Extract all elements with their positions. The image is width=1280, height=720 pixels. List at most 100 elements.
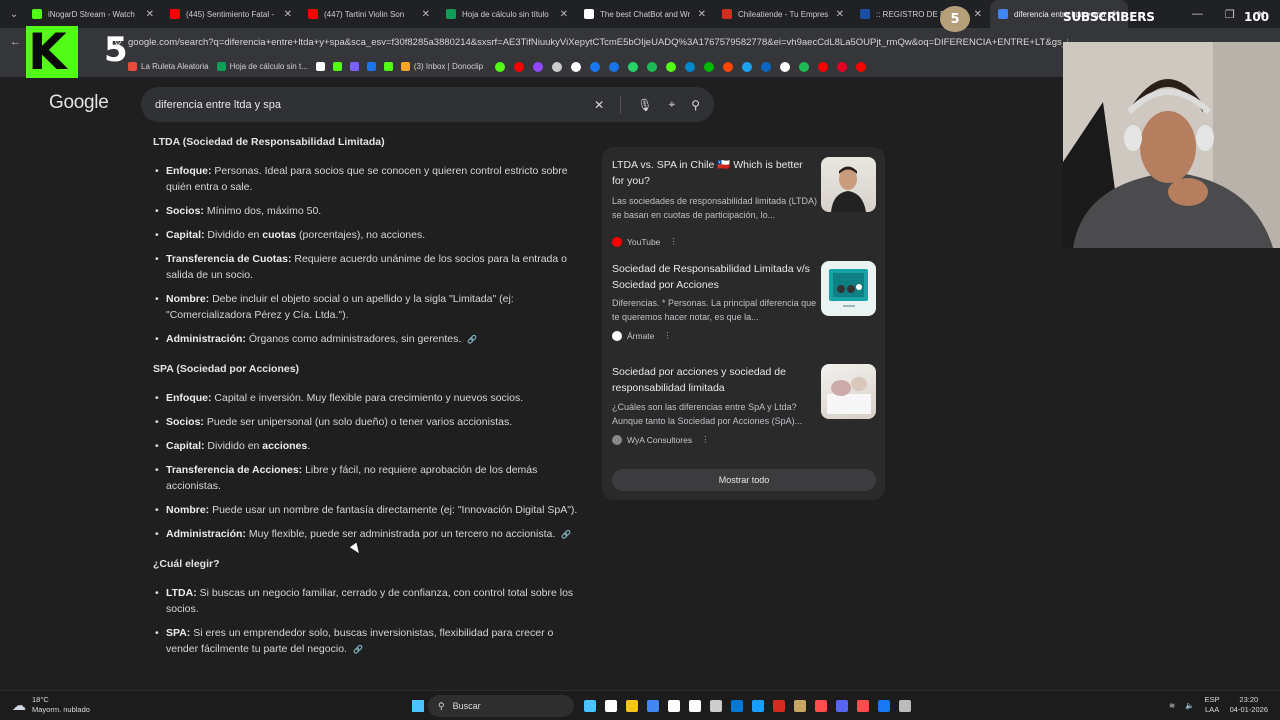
citation-link-icon[interactable]: 🔗 xyxy=(467,335,477,344)
bookmark[interactable] xyxy=(332,62,342,71)
taskbar-app-icon[interactable] xyxy=(626,700,638,712)
clear-search-icon[interactable]: ✕ xyxy=(594,98,604,112)
bookmark-icon[interactable] xyxy=(704,61,715,72)
video-thumbnail[interactable] xyxy=(821,157,876,212)
browser-tab[interactable]: Chileatiende - Tu Empres ✕ xyxy=(714,0,852,28)
minimize-icon[interactable]: — xyxy=(1192,8,1203,21)
source-title[interactable]: Sociedad por acciones y sociedad de resp… xyxy=(612,364,812,396)
taskbar-app-icon[interactable] xyxy=(878,700,890,712)
taskbar-app-icon[interactable] xyxy=(710,700,722,712)
bookmark-icon[interactable] xyxy=(742,61,753,72)
lens-icon[interactable]: ⌖ xyxy=(668,97,675,112)
taskbar-app-icon[interactable] xyxy=(836,700,848,712)
source-title[interactable]: LTDA vs. SPA in Chile 🇨🇱 Which is better… xyxy=(612,157,812,189)
taskbar-app-icon[interactable] xyxy=(668,700,680,712)
browser-tab[interactable]: :: REGISTRO DE EMPRESAS✕ xyxy=(852,0,990,28)
clock[interactable]: 23:20 04-01-2026 xyxy=(1230,695,1268,715)
item-label: LTDA: xyxy=(166,587,197,599)
badge-number: 5 xyxy=(940,6,970,32)
item-label: Capital: xyxy=(166,229,205,241)
bookmark-icon[interactable] xyxy=(685,61,696,72)
bookmark[interactable] xyxy=(383,62,393,71)
restore-icon[interactable]: ❐ xyxy=(1225,8,1235,21)
taskbar-app-icon[interactable] xyxy=(605,700,617,712)
volume-icon[interactable]: 🔈 xyxy=(1185,701,1194,710)
browser-tab[interactable]: (445) Sentimiento Fatal - ✕ xyxy=(162,0,300,28)
taskbar-app-icon[interactable] xyxy=(773,700,785,712)
bookmark-icon[interactable] xyxy=(780,61,791,72)
tab-close-icon[interactable]: ✕ xyxy=(146,9,154,20)
citation-link-icon[interactable]: 🔗 xyxy=(561,530,571,539)
article-thumbnail[interactable] xyxy=(821,364,876,419)
tab-title: (447) Tartini Violin Son xyxy=(324,9,405,19)
bookmark-icon[interactable] xyxy=(590,61,601,72)
bookmark[interactable]: (3) Inbox | Donoclip xyxy=(400,62,483,71)
taskbar-app-icon[interactable] xyxy=(584,700,596,712)
taskbar-app-icon[interactable] xyxy=(899,700,911,712)
bookmark-icon[interactable] xyxy=(571,61,582,72)
taskbar-app-icon[interactable] xyxy=(689,700,701,712)
tab-close-icon[interactable]: ✕ xyxy=(284,9,292,20)
bookmark[interactable] xyxy=(349,62,359,71)
bookmark[interactable]: Hoja de cálculo sin t... xyxy=(216,62,308,71)
show-all-button[interactable]: Mostrar todo xyxy=(612,469,876,491)
search-icon[interactable]: ⚲ xyxy=(691,98,700,112)
source-card[interactable]: LTDA vs. SPA in Chile 🇨🇱 Which is better… xyxy=(612,157,877,247)
bookmark-icon[interactable] xyxy=(609,61,620,72)
taskbar-app-icon[interactable] xyxy=(815,700,827,712)
bookmark-icon[interactable] xyxy=(628,61,639,72)
bookmark-icon[interactable] xyxy=(552,61,563,72)
bookmark-icon[interactable] xyxy=(799,61,810,72)
more-options-icon[interactable]: ⋮ xyxy=(669,236,678,247)
citation-link-icon[interactable]: 🔗 xyxy=(353,645,363,654)
bookmark-icon xyxy=(315,62,325,71)
item-label: Enfoque: xyxy=(166,165,212,177)
bookmark-icon[interactable] xyxy=(761,61,772,72)
bookmark-icon[interactable] xyxy=(856,61,867,72)
bookmark-icon[interactable] xyxy=(837,61,848,72)
bookmark-icon[interactable] xyxy=(533,61,544,72)
taskbar-app-icon[interactable] xyxy=(794,700,806,712)
bookmark[interactable] xyxy=(315,62,325,71)
language-indicator[interactable]: ESP LAA xyxy=(1205,695,1220,715)
source-snippet: ¿Cuáles son las diferencias entre SpA y … xyxy=(612,402,803,426)
item-label: Nombre: xyxy=(166,293,210,305)
bookmark-icon[interactable] xyxy=(818,61,829,72)
bookmark-icon[interactable] xyxy=(514,61,525,72)
search-input[interactable] xyxy=(155,98,595,111)
tab-close-icon[interactable]: ✕ xyxy=(836,9,844,20)
taskbar-search[interactable]: ⚲ Buscar xyxy=(428,695,574,717)
wifi-icon[interactable]: ≋ xyxy=(1169,701,1175,710)
more-options-icon[interactable]: ⋮ xyxy=(663,330,672,341)
bookmark-icon[interactable] xyxy=(647,61,658,72)
article-thumbnail[interactable] xyxy=(821,261,876,316)
bookmark-icon[interactable] xyxy=(666,61,677,72)
taskbar-app-icon[interactable] xyxy=(857,700,869,712)
tab-close-icon[interactable]: ✕ xyxy=(974,9,982,20)
bookmark-icon[interactable] xyxy=(723,61,734,72)
tab-close-icon[interactable]: ✕ xyxy=(560,9,568,20)
taskbar-app-icon[interactable] xyxy=(731,700,743,712)
weather-widget[interactable]: ☁ 18°C Mayorm. nublado xyxy=(12,695,90,715)
windows-start-icon[interactable] xyxy=(412,700,424,712)
source-card[interactable]: Sociedad de Responsabilidad Limitada v/s… xyxy=(612,261,877,351)
tab-close-icon[interactable]: ✕ xyxy=(422,9,430,20)
bookmark[interactable] xyxy=(366,62,376,71)
browser-tab[interactable]: (447) Tartini Violin Son ✕ xyxy=(300,0,438,28)
taskbar-app-icon[interactable] xyxy=(752,700,764,712)
more-options-icon[interactable]: ⋮ xyxy=(701,434,710,445)
tab-search-icon[interactable]: ⌄ xyxy=(4,4,24,24)
source-card[interactable]: Sociedad por acciones y sociedad de resp… xyxy=(612,364,877,454)
url-field[interactable]: google.com/search?q=diferencia+entre+ltd… xyxy=(128,37,1068,48)
google-logo[interactable]: Google xyxy=(49,92,109,114)
browser-tab[interactable]: The best ChatBot and Wr ✕ xyxy=(576,0,714,28)
back-icon[interactable]: ← xyxy=(10,36,21,48)
youtube-icon xyxy=(612,236,622,247)
tab-close-icon[interactable]: ✕ xyxy=(698,9,706,20)
browser-tab[interactable]: Hoja de cálculo sin título ✕ xyxy=(438,0,576,28)
source-title[interactable]: Sociedad de Responsabilidad Limitada v/s… xyxy=(612,261,812,293)
microphone-icon[interactable]: 🎙 xyxy=(637,98,652,112)
bookmark[interactable]: La Ruleta Aleatoria xyxy=(128,62,209,71)
bookmark-icon[interactable] xyxy=(495,61,506,72)
taskbar-app-icon[interactable] xyxy=(647,700,659,712)
